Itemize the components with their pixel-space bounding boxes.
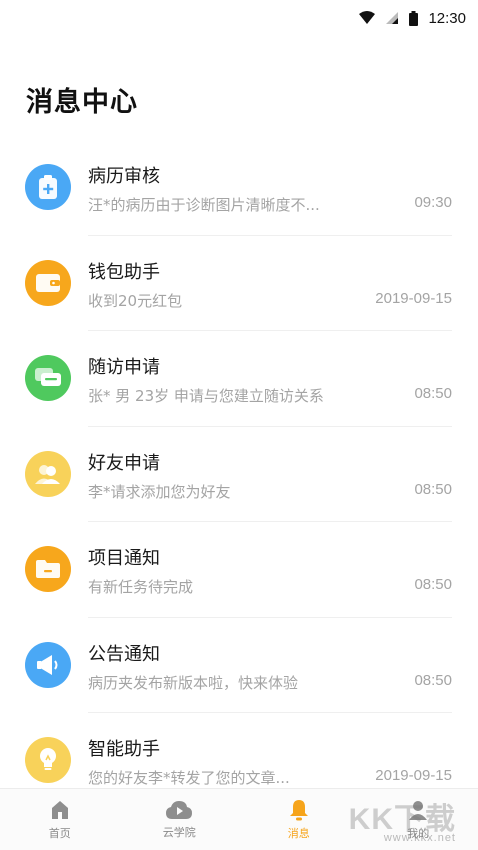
folder-icon — [25, 546, 71, 592]
message-time: 2019-09-15 — [375, 767, 452, 784]
message-list: 病历审核 汪*的病历由于诊断图片清晰度不... 09:30 钱包助手 收到20元… — [0, 140, 478, 809]
message-preview: 汪*的病历由于诊断图片清晰度不... — [88, 196, 320, 214]
message-preview: 病历夹发布新版本啦，快来体验 — [88, 673, 299, 692]
bell-icon — [289, 799, 308, 820]
medical-record-icon — [25, 164, 71, 210]
page-title: 消息中心 — [26, 87, 138, 118]
message-title: 好友申请 — [88, 452, 160, 474]
status-time: 12:30 — [428, 9, 466, 27]
message-time: 08:50 — [414, 385, 452, 402]
message-item-friend-request[interactable]: 好友申请 李*请求添加您为好友 08:50 — [0, 427, 478, 522]
tab-label: 消息 — [287, 826, 310, 840]
message-preview: 张* 男 23岁 申请与您建立随访关系 — [88, 387, 324, 405]
message-item-follow-up[interactable]: 随访申请 张* 男 23岁 申请与您建立随访关系 08:50 — [0, 331, 478, 427]
message-time: 08:50 — [414, 671, 452, 689]
message-title: 钱包助手 — [88, 261, 160, 283]
tab-cloud-academy[interactable]: 云学院 — [120, 789, 240, 850]
cellular-signal-icon — [386, 12, 399, 24]
message-time: 08:50 — [414, 576, 452, 593]
message-title: 智能助手 — [88, 739, 160, 760]
tab-home[interactable]: 首页 — [0, 789, 120, 850]
message-preview: 李*请求添加您为好友 — [88, 482, 231, 501]
lightbulb-icon — [25, 737, 71, 783]
message-preview: 有新任务待完成 — [88, 578, 194, 596]
wallet-icon — [25, 259, 71, 306]
message-preview: 收到20元红包 — [88, 291, 183, 310]
tab-label: 首页 — [48, 826, 71, 840]
wifi-icon — [359, 11, 376, 24]
message-time: 08:50 — [414, 480, 452, 498]
cloud-play-icon — [166, 800, 193, 819]
chat-bubble-icon — [25, 355, 71, 401]
status-bar: 12:30 — [0, 0, 478, 36]
message-title: 病历审核 — [88, 166, 160, 187]
message-title: 公告通知 — [88, 643, 160, 665]
message-time: 09:30 — [414, 194, 452, 211]
message-time: 2019-09-15 — [375, 289, 452, 307]
message-title: 随访申请 — [88, 357, 160, 378]
home-icon — [51, 800, 68, 819]
message-item-medical-review[interactable]: 病历审核 汪*的病历由于诊断图片清晰度不... 09:30 — [0, 140, 478, 236]
battery-icon — [409, 10, 419, 26]
tab-label: 云学院 — [162, 825, 196, 839]
friends-icon — [25, 450, 71, 497]
message-item-wallet[interactable]: 钱包助手 收到20元红包 2019-09-15 — [0, 236, 478, 331]
message-item-announcement[interactable]: 公告通知 病历夹发布新版本啦，快来体验 08:50 — [0, 618, 478, 713]
message-preview: 您的好友李*转发了您的文章... — [88, 769, 290, 787]
message-title: 项目通知 — [88, 548, 160, 569]
watermark-logo: KK下载 www.kkx.net — [349, 794, 456, 844]
tab-messages[interactable]: 消息 — [239, 789, 359, 850]
message-item-project-notice[interactable]: 项目通知 有新任务待完成 08:50 — [0, 522, 478, 618]
megaphone-icon — [25, 641, 71, 688]
